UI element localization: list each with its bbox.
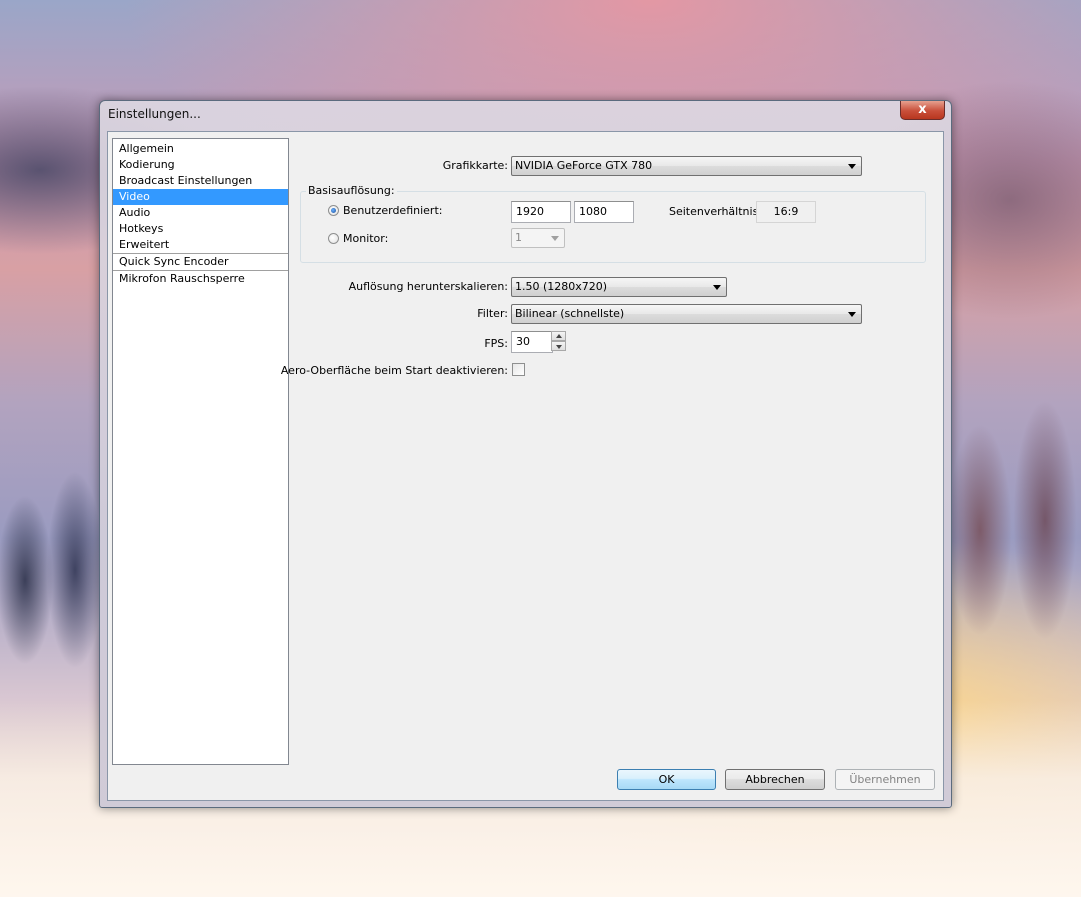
gpu-label: Grafikkarte: [442, 159, 508, 172]
monitor-select[interactable]: 1 [511, 228, 565, 248]
settings-dialog: Einstellungen... x Allgemein Kodierung B… [99, 100, 952, 808]
ok-button[interactable]: OK [617, 769, 716, 790]
dialog-title: Einstellungen... [108, 107, 201, 121]
aspect-ratio-value: 16:9 [756, 201, 816, 223]
apply-button[interactable]: Übernehmen [835, 769, 935, 790]
chevron-down-icon [551, 236, 559, 241]
downscale-label: Auflösung herunterskalieren: [348, 280, 508, 293]
wallpaper-trees-left [0, 430, 110, 690]
sidebar-item-mikrofon[interactable]: Mikrofon Rauschsperre [113, 271, 288, 287]
aero-checkbox[interactable] [512, 363, 525, 376]
chevron-down-icon [848, 312, 856, 317]
gpu-select-value: NVIDIA GeForce GTX 780 [515, 159, 653, 172]
filter-label: Filter: [477, 307, 508, 320]
sidebar-item-video[interactable]: Video [113, 189, 288, 205]
gpu-select[interactable]: NVIDIA GeForce GTX 780 [511, 156, 862, 176]
sidebar-item-quick-sync[interactable]: Quick Sync Encoder [113, 254, 288, 270]
downscale-select-value: 1.50 (1280x720) [515, 280, 608, 293]
aspect-ratio-label: Seitenverhältnis: [669, 205, 763, 218]
close-button[interactable]: x [900, 101, 945, 120]
spin-down-button[interactable] [551, 341, 566, 351]
fps-label: FPS: [484, 337, 508, 350]
sidebar-item-kodierung[interactable]: Kodierung [113, 157, 288, 173]
sidebar-item-erweitert[interactable]: Erweitert [113, 237, 288, 253]
filter-select-value: Bilinear (schnellste) [515, 307, 625, 320]
chevron-down-icon [713, 285, 721, 290]
custom-resolution-label: Benutzerdefiniert: [343, 204, 443, 217]
fps-input[interactable]: 30 [511, 331, 553, 353]
aero-label: Aero-Oberfläche beim Start deaktivieren: [280, 364, 508, 377]
sidebar-item-broadcast[interactable]: Broadcast Einstellungen [113, 173, 288, 189]
sidebar-item-hotkeys[interactable]: Hotkeys [113, 221, 288, 237]
downscale-select[interactable]: 1.50 (1280x720) [511, 277, 727, 297]
filter-select[interactable]: Bilinear (schnellste) [511, 304, 862, 324]
custom-height-input[interactable]: 1080 [574, 201, 634, 223]
settings-category-list[interactable]: Allgemein Kodierung Broadcast Einstellun… [112, 138, 289, 765]
monitor-select-value: 1 [515, 231, 522, 244]
monitor-radio[interactable] [328, 233, 339, 244]
spin-up-button[interactable] [551, 331, 566, 341]
custom-width-input[interactable]: 1920 [511, 201, 571, 223]
wallpaper-trees-right [950, 360, 1081, 690]
custom-resolution-radio[interactable] [328, 205, 339, 216]
fps-spinner[interactable]: 30 [511, 331, 567, 353]
monitor-label: Monitor: [343, 232, 389, 245]
sidebar-item-allgemein[interactable]: Allgemein [113, 141, 288, 157]
dialog-client-area: Allgemein Kodierung Broadcast Einstellun… [107, 131, 944, 801]
sidebar-item-audio[interactable]: Audio [113, 205, 288, 221]
base-resolution-group-title: Basisauflösung: [306, 184, 397, 197]
cancel-button[interactable]: Abbrechen [725, 769, 825, 790]
close-icon: x [918, 102, 927, 117]
chevron-down-icon [848, 164, 856, 169]
